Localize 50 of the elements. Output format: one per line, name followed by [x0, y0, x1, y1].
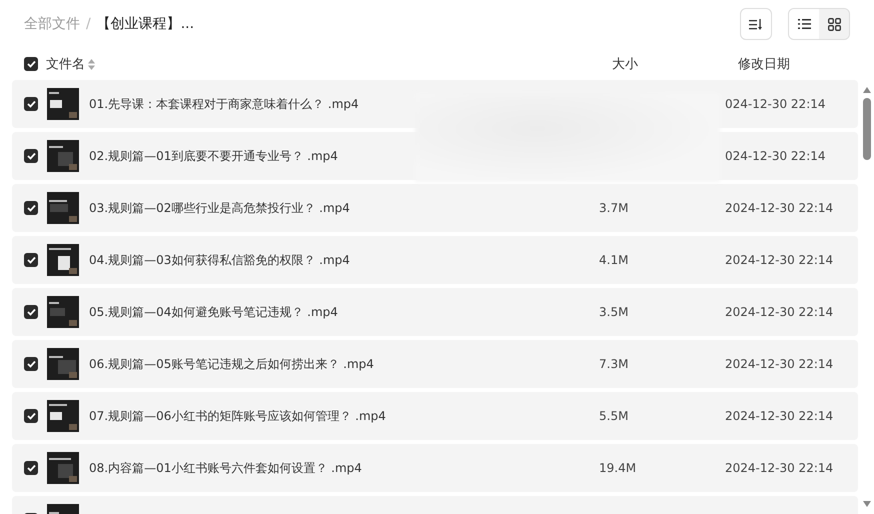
file-row[interactable]: 03.规则篇—02哪些行业是高危禁投行业？ .mp4 3.7M 2024-12-30 22:14 [12, 184, 858, 232]
modified-date: 2024-12-30 22:14 [725, 201, 834, 215]
file-name: 01.先导课：本套课程对于商家意味着什么？ .mp4 [89, 96, 360, 112]
column-header: 修改日期 [738, 56, 790, 73]
modified-date: 2024-12-30 22:14 [725, 409, 834, 423]
file-name: 08.内容篇—01小红书账号六件套如何设置？ .mp4 [89, 460, 363, 476]
sort-button[interactable] [740, 8, 772, 40]
checkbox[interactable] [24, 97, 38, 111]
file-name: 05.规则篇—04如何避免账号笔记违规？ .mp4 [89, 304, 339, 320]
file-name: 02.规则篇—01到底要不要开通专业号？ .mp4 [89, 148, 339, 164]
checkbox[interactable] [24, 409, 38, 423]
select-all-checkbox[interactable] [24, 57, 38, 71]
breadcrumb-item: 【创业课程】... [96, 15, 194, 33]
scrollbar-thumb[interactable] [863, 98, 871, 160]
column-header: 大小 [612, 56, 639, 73]
file-row[interactable]: 05.规则篇—04如何避免账号笔记违规？ .mp4 3.5M 2024-12-30 22:14 [12, 288, 858, 336]
file-size: 4.1M [599, 253, 628, 267]
file-size: 19.4M [599, 461, 636, 475]
modified-date: 2024-12-30 22:14 [725, 305, 834, 319]
modified-date: 2024-12-30 22:14 [725, 461, 834, 475]
file-size: 7.3M [599, 357, 628, 371]
scroll-down-icon[interactable] [862, 500, 872, 508]
breadcrumb-separator: / [86, 16, 91, 32]
sort-icon [749, 18, 763, 30]
checkbox[interactable] [24, 149, 38, 163]
modified-date: 2024-12-30 22:14 [725, 357, 834, 371]
list-icon [798, 19, 810, 29]
file-name: 06.规则篇—05账号笔记违规之后如何捞出来？ .mp4 [89, 356, 375, 372]
file-name: 03.规则篇—02哪些行业是高危禁投行业？ .mp4 [89, 200, 351, 216]
file-size: 5.5M [599, 409, 628, 423]
scroll-up-icon[interactable] [862, 86, 872, 94]
file-row[interactable]: 06.规则篇—05账号笔记违规之后如何捞出来？ .mp4 7.3M 2024-12-30 22:14 [12, 340, 858, 388]
file-size: 3.5M [599, 305, 628, 319]
file-row[interactable]: 04.规则篇—03如何获得私信豁免的权限？ .mp4 4.1M 2024-12-30 22:14 [12, 236, 858, 284]
checkbox[interactable] [24, 253, 38, 267]
view-mode-button[interactable] [789, 9, 819, 39]
modified-date: 024-12-30 22:14 [725, 97, 826, 111]
checkbox[interactable] [24, 201, 38, 215]
column-header[interactable]: 文件名 [46, 55, 85, 73]
file-row[interactable]: 07.规则篇—06小红书的矩阵账号应该如何管理？ .mp4 5.5M 2024-12-30 22:14 [12, 392, 858, 440]
checkbox[interactable] [24, 461, 38, 475]
file-name: 04.规则篇—03如何获得私信豁免的权限？ .mp4 [89, 252, 351, 268]
file-row[interactable]: 08.内容篇—01小红书账号六件套如何设置？ .mp4 19.4M 2024-12-30 22:14 [12, 444, 858, 492]
grid-icon [828, 18, 840, 30]
file-name: 07.规则篇—06小红书的矩阵账号应该如何管理？ .mp4 [89, 408, 387, 424]
modified-date: 024-12-30 22:14 [725, 149, 826, 163]
file-size: 3.7M [599, 201, 628, 215]
modified-date: 2024-12-30 22:14 [725, 253, 834, 267]
checkbox[interactable] [24, 357, 38, 371]
checkbox[interactable] [24, 305, 38, 319]
